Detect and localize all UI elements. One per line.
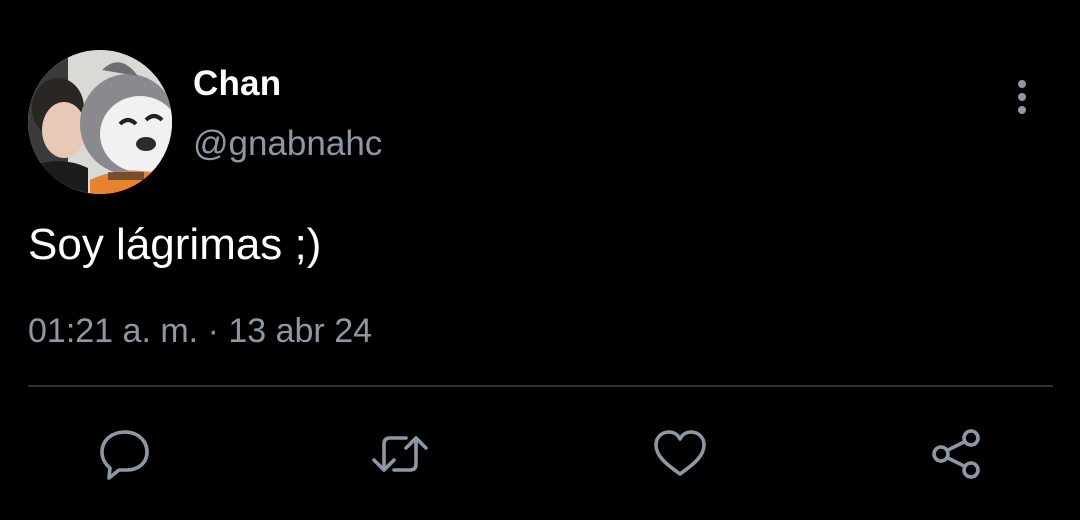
retweet-button[interactable] (372, 426, 428, 482)
heart-outline-icon (654, 430, 706, 476)
share-nodes-icon (932, 429, 980, 479)
author-handle[interactable]: @gnabnahc (193, 124, 382, 164)
tweet-detail: Chan @gnabnahc Soy lágrimas ;) 01:21 a. … (0, 0, 1080, 520)
meta-separator: · (207, 312, 219, 350)
tweet-time: 01:21 a. m. (28, 312, 199, 350)
share-button[interactable] (928, 426, 984, 482)
tweet-timestamp[interactable]: 01:21 a. m. · 13 abr 24 (28, 312, 372, 351)
retweet-arrows-icon (372, 436, 428, 472)
speech-bubble-icon (100, 430, 149, 480)
divider (28, 385, 1053, 387)
like-button[interactable] (652, 426, 708, 482)
tweet-date: 13 abr 24 (228, 312, 373, 350)
avatar[interactable] (28, 50, 172, 194)
more-options-button[interactable] (1004, 78, 1040, 116)
reply-button[interactable] (97, 426, 153, 482)
tweet-text: Soy lágrimas ;) (28, 220, 322, 269)
vertical-ellipsis-icon (1018, 80, 1026, 114)
author-display-name[interactable]: Chan (193, 64, 281, 104)
avatar-image (28, 50, 172, 194)
